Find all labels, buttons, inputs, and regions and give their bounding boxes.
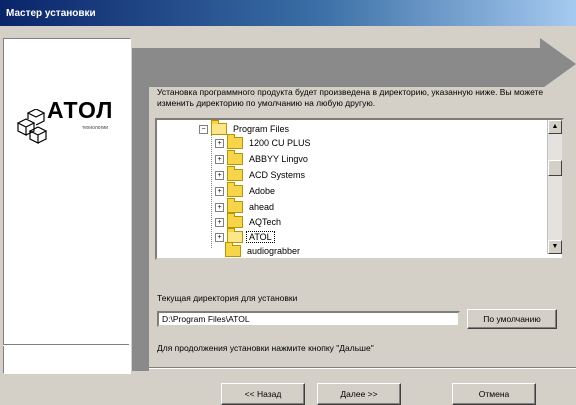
folder-icon — [227, 213, 243, 228]
expand-icon[interactable]: + — [215, 232, 224, 242]
back-button[interactable]: << Назад — [221, 383, 305, 405]
expand-icon[interactable]: + — [215, 138, 224, 148]
tree-item[interactable]: + ACD Systems — [215, 166, 307, 182]
default-dir-button[interactable]: По умолчанию — [467, 309, 557, 329]
tree-item-label: Adobe — [249, 186, 276, 196]
folder-icon — [225, 242, 241, 257]
expand-icon[interactable]: + — [215, 154, 224, 164]
tree-item-label: ahead — [249, 202, 275, 212]
directory-tree[interactable]: − Program Files + 1200 CU PLUS + ABBYY L… — [155, 118, 564, 260]
tree-item-root[interactable]: − Program Files — [199, 120, 291, 136]
logo-subtitle: технологии — [82, 125, 109, 131]
tree-item-label: ACD Systems — [249, 170, 306, 180]
tree-scrollbar[interactable]: ▲ ▼ — [547, 120, 562, 254]
expand-icon[interactable]: + — [215, 170, 224, 180]
logo-brand: АТОЛ — [47, 97, 114, 123]
tree-item-label: ATOL — [246, 231, 275, 243]
cancel-button[interactable]: Отмена — [452, 383, 536, 405]
main-content: Установка программного продукта будет пр… — [149, 87, 576, 405]
tree-item-label: ABBYY Lingvo — [249, 154, 308, 164]
folder-icon — [227, 134, 243, 149]
tree-item-label: 1200 CU PLUS — [249, 138, 311, 148]
left-divider — [3, 344, 129, 346]
folder-icon — [227, 166, 243, 181]
current-dir-label: Текущая директория для установки — [157, 293, 298, 303]
tree-item-label: audiograbber — [247, 246, 301, 256]
tree-guide-line — [211, 130, 212, 248]
title-bar[interactable]: Мастер установки — [0, 0, 576, 26]
tree-item-label: Program Files — [233, 124, 290, 134]
tree-item[interactable]: + Adobe — [215, 182, 277, 198]
tree-item-selected[interactable]: + ATOL — [215, 228, 275, 244]
continue-hint: Для продолжения установки нажмите кнопку… — [157, 343, 374, 353]
expand-icon[interactable]: + — [215, 202, 224, 212]
tree-item[interactable]: + ahead — [215, 198, 276, 214]
scroll-down-icon[interactable]: ▼ — [548, 240, 562, 254]
tree-item[interactable]: + 1200 CU PLUS — [215, 134, 313, 150]
expand-icon[interactable]: + — [215, 186, 224, 196]
arrow-icon — [540, 38, 576, 90]
tree-item[interactable]: audiograbber — [225, 242, 302, 258]
installer-window: АТОЛ технологии Установка программного п… — [0, 26, 576, 405]
scroll-up-icon[interactable]: ▲ — [548, 120, 562, 134]
open-folder-icon — [211, 120, 227, 135]
folder-icon — [227, 182, 243, 197]
tree-item[interactable]: + ABBYY Lingvo — [215, 150, 310, 166]
scroll-thumb[interactable] — [548, 160, 562, 176]
description-text: Установка программного продукта будет пр… — [157, 87, 544, 108]
install-dir-input[interactable] — [157, 311, 460, 327]
expand-icon[interactable]: + — [215, 217, 224, 227]
folder-icon — [227, 198, 243, 213]
next-button[interactable]: Далее >> — [317, 383, 401, 405]
window-title: Мастер установки — [6, 8, 96, 19]
collapse-icon[interactable]: − — [199, 124, 208, 134]
atol-logo: АТОЛ технологии — [14, 95, 129, 155]
logo-panel: АТОЛ технологии — [3, 38, 131, 374]
folder-icon — [227, 150, 243, 165]
tree-item[interactable]: + AQTech — [215, 213, 283, 229]
footer-divider — [149, 367, 576, 369]
tree-item-label: AQTech — [249, 217, 282, 227]
